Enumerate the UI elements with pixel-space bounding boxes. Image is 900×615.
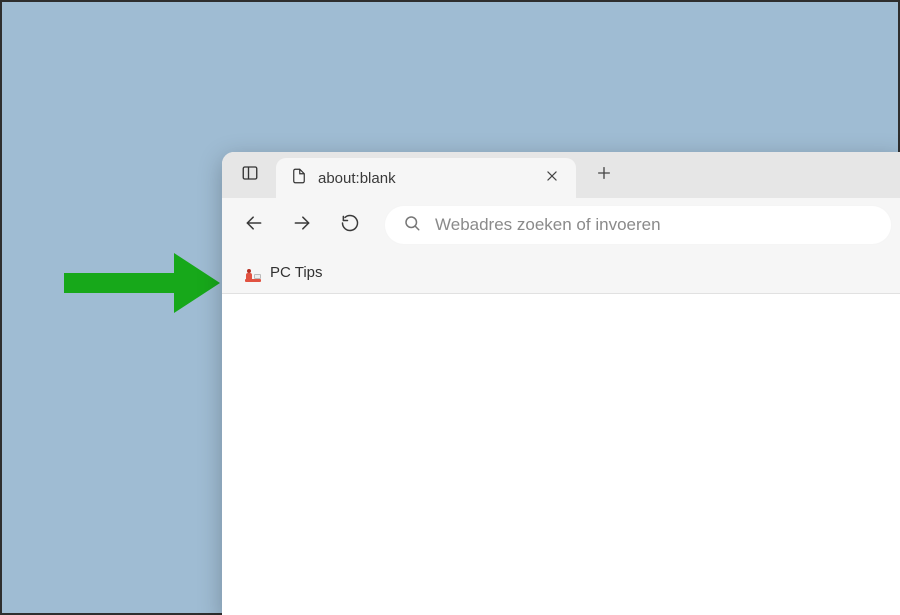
arrow-shaft <box>64 273 174 293</box>
tab-title: about:blank <box>318 170 528 187</box>
page-favicon-icon <box>290 167 308 189</box>
arrow-right-icon <box>292 213 312 238</box>
new-tab-button[interactable] <box>584 155 624 195</box>
tab-actions-icon <box>241 164 259 187</box>
bookmark-pc-tips[interactable]: PC Tips <box>234 258 333 288</box>
browser-tab[interactable]: about:blank <box>276 158 576 198</box>
forward-button[interactable] <box>280 203 324 247</box>
page-content <box>222 294 900 615</box>
tab-actions-button[interactable] <box>230 155 270 195</box>
navigation-toolbar: Webadres zoeken of invoeren <box>222 198 900 252</box>
bookmark-label: PC Tips <box>270 264 323 281</box>
bookmarks-bar: PC Tips <box>222 252 900 294</box>
tab-close-button[interactable] <box>538 164 566 192</box>
address-bar-placeholder: Webadres zoeken of invoeren <box>435 215 661 235</box>
tab-strip: about:blank <box>222 152 900 198</box>
plus-icon <box>596 165 612 186</box>
browser-window: about:blank <box>222 152 900 615</box>
search-icon <box>403 214 421 237</box>
reload-button[interactable] <box>328 203 372 247</box>
pctips-icon <box>244 264 262 282</box>
address-bar[interactable]: Webadres zoeken of invoeren <box>384 205 892 245</box>
annotation-arrow <box>64 253 224 313</box>
arrow-head-icon <box>174 253 220 313</box>
reload-icon <box>340 213 360 238</box>
back-button[interactable] <box>232 203 276 247</box>
arrow-left-icon <box>244 213 264 238</box>
close-icon <box>545 169 559 187</box>
